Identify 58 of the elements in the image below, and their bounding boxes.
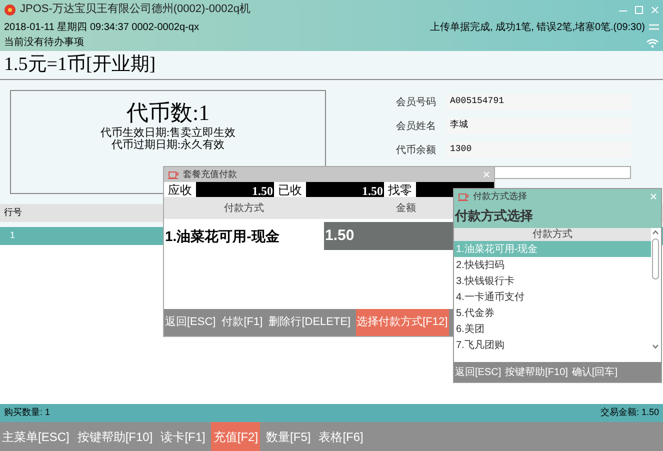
payment-method-item[interactable]: 5.代金券 <box>454 305 651 321</box>
total-value: 1.50 <box>196 182 274 197</box>
quantity-text: 购买数量: 1 <box>4 406 50 420</box>
column-header: 金额 <box>396 202 416 216</box>
member-value: 1300 <box>446 142 631 158</box>
column-header: 付款方式 <box>532 228 572 242</box>
total-value: 1.50 <box>306 182 384 197</box>
wifi-icon <box>646 38 659 48</box>
table-cell-text: 1 <box>10 229 16 242</box>
function-key-button[interactable]: 读卡[F1] <box>158 422 208 451</box>
token-date-text: 代币生效日期:售卖立即生效 <box>100 127 236 139</box>
payment-method-item[interactable]: 3.快钱银行卡 <box>454 273 651 289</box>
function-key-button[interactable]: 数量[F5] <box>264 422 313 451</box>
payment-method-item[interactable]: 6.美团 <box>454 321 651 337</box>
amount-text: 交易金额: 1.50 <box>600 406 659 420</box>
dialog-action-button[interactable]: 付款[F1] <box>220 309 264 336</box>
member-value: 李城 <box>446 118 631 134</box>
token-date-text: 代币过期日期:永久有效 <box>111 139 225 151</box>
payment-method-item[interactable]: 2.快钱扫码 <box>454 257 651 273</box>
payment-method-cell-text: 1.油菜花可用-现金 <box>164 226 280 246</box>
dialog-action-button[interactable]: 确认[回车] <box>572 364 618 380</box>
function-key-button[interactable]: 充值[F2] <box>211 422 260 451</box>
close-icon[interactable] <box>650 193 657 200</box>
column-header: 付款方式 <box>223 202 265 216</box>
cup-icon <box>458 192 469 201</box>
function-key-button[interactable]: 表格[F6] <box>316 422 366 451</box>
member-value: A005154791 <box>446 94 631 110</box>
function-key-button[interactable]: 按键帮助[F10] <box>75 422 155 451</box>
app-logo-icon <box>4 4 16 16</box>
member-label: 会员姓名 <box>396 120 437 134</box>
window-title: JPOS-万达宝贝王有限公司德州(0002)-0002q机 <box>20 2 250 18</box>
close-icon[interactable] <box>483 171 490 178</box>
column-header: 行号 <box>4 206 22 220</box>
member-label: 代币余额 <box>396 144 437 158</box>
dialog-action-button[interactable]: 删除行[DELETE] <box>268 309 352 336</box>
payment-method-item[interactable]: 7.飞凡团购 <box>454 337 651 353</box>
datetime-text: 2018-01-11 星期四 09:34:37 0002-0002q-qx <box>4 20 199 34</box>
member-label: 会员号码 <box>396 96 437 110</box>
token-count: 代币数:1 <box>126 99 210 126</box>
function-key-button[interactable]: 主菜单[ESC] <box>0 422 72 451</box>
dialog-action-button[interactable]: 按键帮助[F10] <box>505 364 568 380</box>
payment-method-item[interactable]: 4.一卡通币支付 <box>454 289 651 305</box>
total-label: 找零 <box>387 182 413 198</box>
scrollbar-drawing[interactable] <box>651 228 660 351</box>
close-icon[interactable] <box>651 6 659 14</box>
payment-method-item[interactable]: 1.油菜花可用-现金 <box>454 241 651 257</box>
todo-text: 当前没有待办事项 <box>4 36 84 50</box>
upload-status-text: 上传单据完成, 成功1笔, 错误2笔,堵塞0笔.(09:30) <box>430 20 645 34</box>
dialog-title: 套餐充值付款 <box>183 168 237 181</box>
total-label: 已收 <box>277 182 303 198</box>
rate-title: 1.5元=1币[开业期] <box>4 52 156 77</box>
dialog-title: 付款方式选择 <box>473 190 527 203</box>
maximize-icon[interactable] <box>635 6 643 14</box>
dialog-action-button[interactable]: 返回[ESC] <box>164 309 217 336</box>
dialog-action-button[interactable]: 选择付款方式[F12] <box>356 309 449 336</box>
dialog-action-button[interactable]: 返回[ESC] <box>455 364 502 380</box>
total-label: 应收 <box>167 182 193 198</box>
cup-icon <box>168 170 179 179</box>
